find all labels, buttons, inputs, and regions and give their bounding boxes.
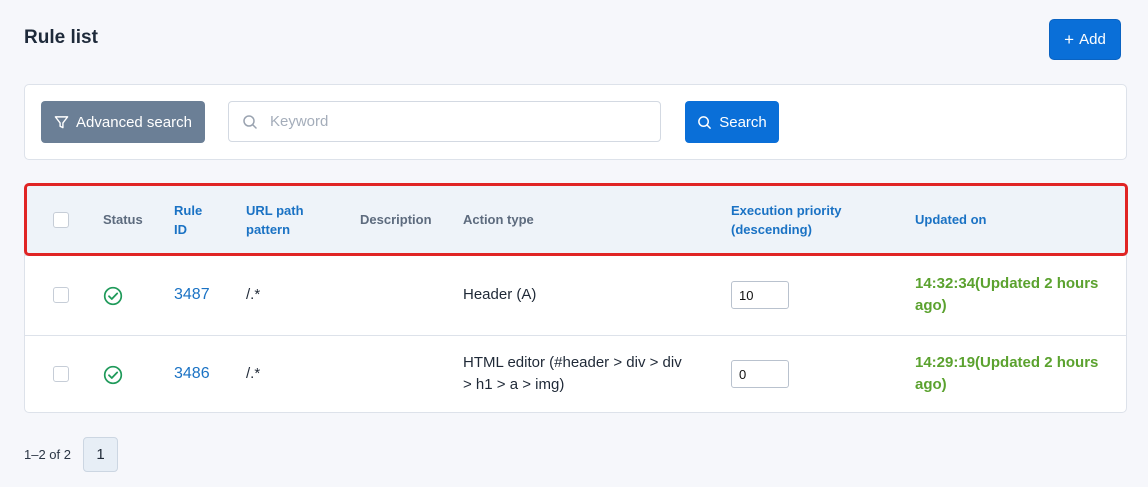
updated-on: 14:32:34(Updated 2 hours ago) bbox=[915, 275, 1099, 314]
search-button[interactable]: Search bbox=[685, 101, 779, 143]
rule-id-link[interactable]: 3487 bbox=[174, 284, 210, 306]
page-title: Rule list bbox=[24, 27, 98, 48]
add-button[interactable]: + Add bbox=[1049, 19, 1121, 60]
plus-icon: + bbox=[1064, 30, 1075, 49]
url-pattern: /.* bbox=[246, 365, 261, 382]
header-rule-id[interactable]: Rule ID bbox=[174, 201, 202, 239]
keyword-input[interactable] bbox=[268, 102, 660, 141]
header-action-type: Action type bbox=[463, 212, 534, 227]
priority-input[interactable] bbox=[731, 360, 789, 388]
page-button-1[interactable]: 1 bbox=[83, 437, 118, 472]
check-circle-icon bbox=[103, 286, 123, 306]
priority-input[interactable] bbox=[731, 281, 789, 309]
advanced-search-button[interactable]: Advanced search bbox=[41, 101, 205, 143]
rule-table: Status Rule ID URL path pattern Descript… bbox=[24, 183, 1127, 413]
row-checkbox[interactable] bbox=[53, 287, 69, 303]
advanced-search-label: Advanced search bbox=[76, 113, 192, 131]
header-description: Description bbox=[360, 212, 432, 227]
header-url-pattern[interactable]: URL path pattern bbox=[246, 201, 304, 239]
add-button-label: Add bbox=[1079, 31, 1106, 48]
header-execution-priority[interactable]: Execution priority (descending) bbox=[731, 201, 842, 239]
row-checkbox[interactable] bbox=[53, 366, 69, 382]
search-button-label: Search bbox=[719, 113, 767, 131]
action-type: HTML editor (#header > div > div > h1 > … bbox=[463, 354, 682, 393]
search-icon bbox=[698, 115, 712, 129]
rule-id-link[interactable]: 3486 bbox=[174, 363, 210, 385]
search-icon bbox=[243, 114, 257, 129]
table-row: 3487 /.* Header (A) 14:32:34(Updated 2 h… bbox=[25, 257, 1126, 335]
keyword-field[interactable] bbox=[228, 101, 661, 142]
check-circle-icon bbox=[103, 365, 123, 385]
url-pattern: /.* bbox=[246, 286, 261, 303]
header-updated-on[interactable]: Updated on bbox=[915, 210, 987, 229]
filter-icon bbox=[54, 115, 69, 128]
search-panel: Advanced search Search bbox=[24, 84, 1127, 160]
select-all-checkbox[interactable] bbox=[53, 212, 69, 228]
action-type: Header (A) bbox=[463, 286, 537, 303]
table-row: 3486 /.* HTML editor (#header > div > di… bbox=[25, 335, 1126, 412]
pagination-info: 1–2 of 2 bbox=[24, 447, 71, 462]
updated-on: 14:29:19(Updated 2 hours ago) bbox=[915, 354, 1099, 393]
table-header: Status Rule ID URL path pattern Descript… bbox=[25, 184, 1126, 256]
header-status[interactable]: Status bbox=[103, 210, 143, 229]
